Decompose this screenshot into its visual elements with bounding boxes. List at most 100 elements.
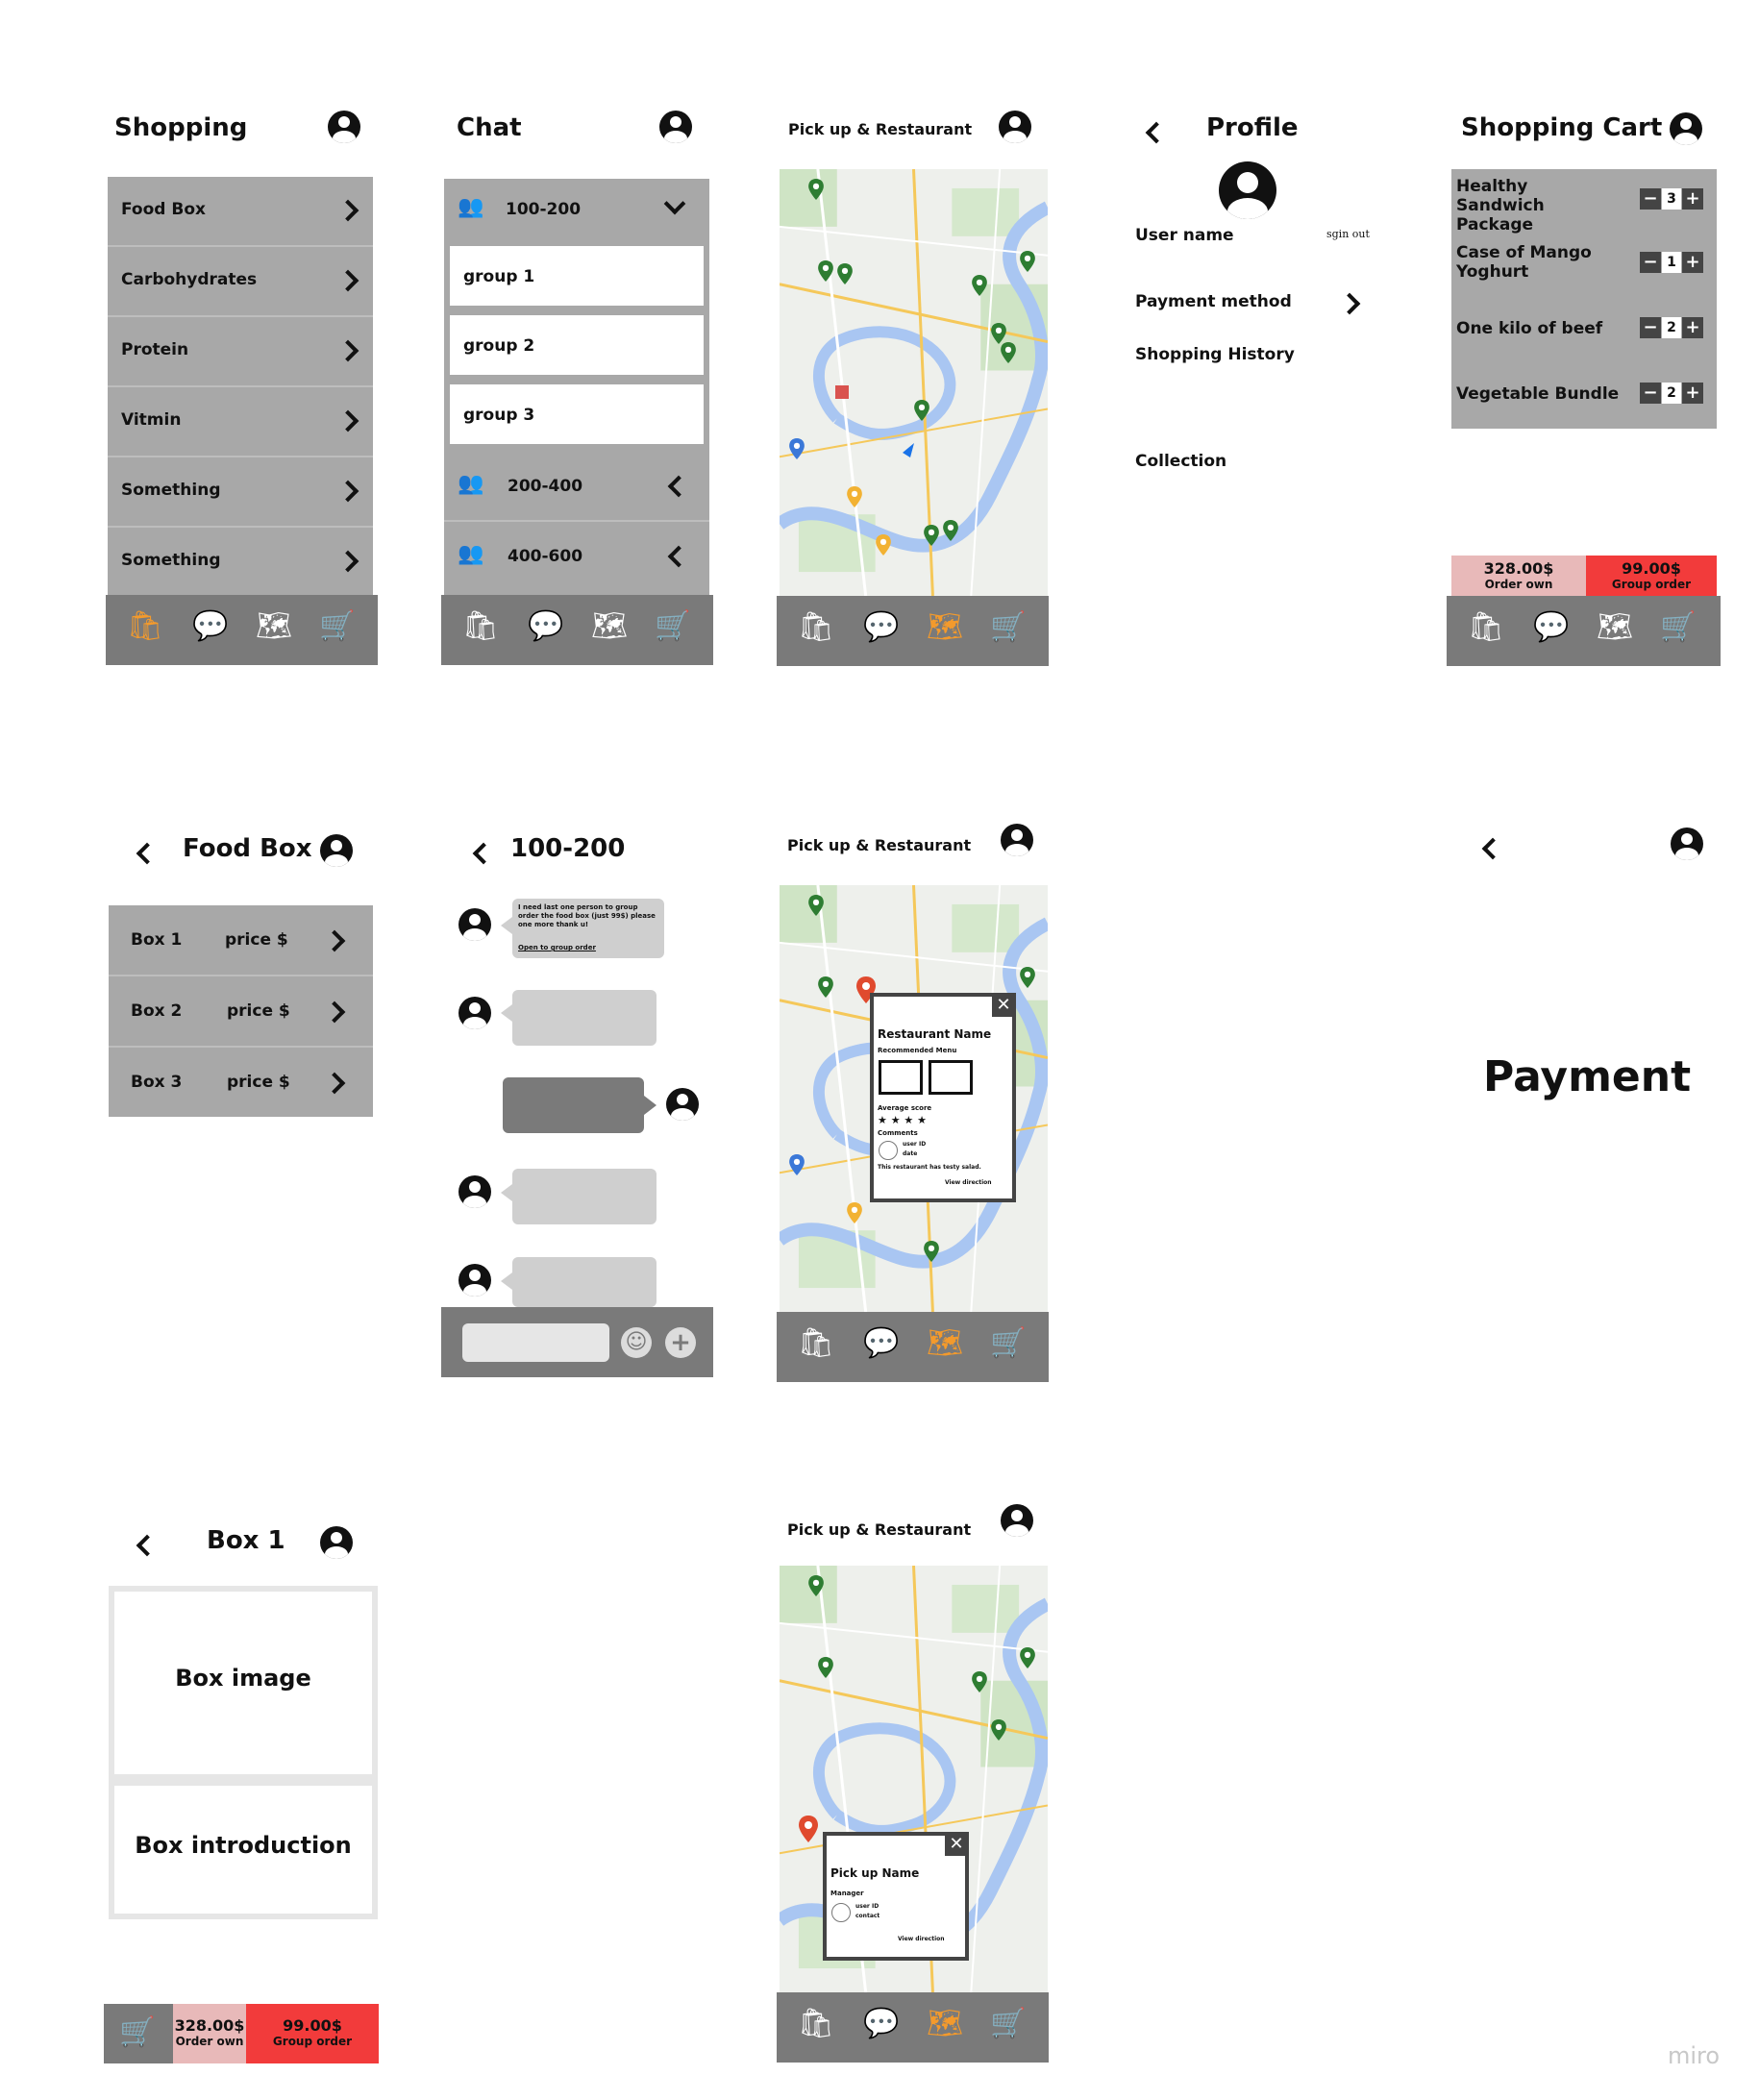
list-item[interactable]: Box 1 price $	[109, 905, 373, 976]
close-icon[interactable]: ✕	[945, 1833, 968, 1856]
minus-button[interactable]: −	[1640, 252, 1661, 273]
back-icon[interactable]	[1481, 837, 1504, 860]
list-item[interactable]: Carbohydrates	[108, 247, 373, 317]
list-item[interactable]: Something	[108, 528, 373, 595]
section-400-600[interactable]: 👥 400-600	[444, 523, 709, 590]
plus-button[interactable]: +	[1682, 383, 1703, 404]
account-icon[interactable]	[328, 111, 360, 143]
group-order-button[interactable]: 99.00$ Group order	[1586, 556, 1717, 596]
list-item[interactable]: Food Box	[108, 177, 373, 247]
map-pin-icon[interactable]: 🗺	[927, 613, 963, 642]
view-direction-link[interactable]: View direction	[945, 1179, 992, 1186]
list-item[interactable]: Protein	[108, 317, 373, 387]
menu-item-image[interactable]	[929, 1060, 973, 1095]
account-icon[interactable]	[320, 1526, 353, 1559]
account-icon[interactable]	[659, 111, 692, 143]
my-message-bubble[interactable]	[503, 1077, 644, 1133]
box-image: Box image	[109, 1586, 378, 1780]
message-input[interactable]	[462, 1323, 609, 1362]
map-pin-icon[interactable]: 🗺	[591, 612, 628, 641]
emoji-icon[interactable]: ☺	[621, 1327, 652, 1358]
sign-out-link[interactable]: sgin out	[1326, 228, 1370, 240]
chat-bubbles-icon[interactable]: 💬	[863, 2010, 899, 2038]
section-200-400[interactable]: 👥 200-400	[444, 453, 709, 522]
message-composer: ☺ +	[441, 1307, 713, 1377]
cart-icon[interactable]: 🛒	[990, 613, 1026, 642]
chat-bubbles-icon[interactable]: 💬	[1533, 613, 1569, 642]
account-icon[interactable]	[999, 111, 1031, 143]
map-pin-icon[interactable]: 🗺	[927, 1329, 963, 1358]
shopping-bag-icon[interactable]: 🛍	[798, 1329, 834, 1358]
quantity-value[interactable]: 2	[1662, 317, 1681, 338]
group-item[interactable]: group 1	[450, 246, 704, 306]
chat-bubbles-icon[interactable]: 💬	[528, 612, 563, 641]
chevron-right-icon	[323, 1072, 346, 1095]
list-item[interactable]: Box 2 price $	[109, 976, 373, 1048]
account-icon[interactable]	[320, 834, 353, 867]
plus-button[interactable]: +	[1682, 252, 1703, 273]
cart-icon[interactable]: 🛒	[119, 2018, 155, 2047]
shopping-bag-icon[interactable]: 🛍	[1468, 613, 1504, 642]
cart-icon[interactable]: 🛒	[655, 612, 690, 641]
account-icon[interactable]	[1671, 828, 1703, 860]
section-100-200[interactable]: 👥 100-200	[444, 179, 709, 241]
cart-icon[interactable]: 🛒	[1660, 613, 1696, 642]
view-direction-link[interactable]: View direction	[898, 1936, 945, 1942]
sender-avatar[interactable]	[458, 1175, 491, 1208]
minus-button[interactable]: −	[1640, 188, 1661, 210]
back-icon[interactable]	[1145, 121, 1168, 144]
profile-avatar[interactable]	[1219, 161, 1276, 219]
message-bubble[interactable]	[512, 1257, 657, 1307]
quantity-value[interactable]: 3	[1662, 188, 1681, 210]
collection[interactable]: Collection	[1135, 452, 1226, 471]
chat-bubbles-icon[interactable]: 💬	[863, 1329, 899, 1358]
map-pin-icon[interactable]: 🗺	[927, 2010, 963, 2038]
list-item[interactable]: Box 3 price $	[109, 1048, 373, 1117]
sender-avatar[interactable]	[458, 997, 491, 1029]
bubble-tail	[501, 1272, 512, 1290]
shopping-bag-icon[interactable]: 🛍	[462, 612, 499, 641]
shopping-history[interactable]: Shopping History	[1135, 345, 1295, 364]
plus-button[interactable]: +	[1682, 188, 1703, 210]
account-icon[interactable]	[1001, 824, 1033, 856]
cart-icon[interactable]: 🛒	[990, 1329, 1026, 1358]
plus-button[interactable]: +	[1682, 317, 1703, 338]
plus-icon[interactable]: +	[665, 1327, 696, 1358]
order-own-button[interactable]: 328.00$ Order own	[1451, 556, 1586, 596]
back-icon[interactable]	[136, 842, 159, 865]
close-icon[interactable]: ✕	[992, 994, 1015, 1017]
account-icon[interactable]	[1001, 1504, 1033, 1537]
shopping-bag-icon[interactable]: 🛍	[127, 612, 163, 641]
minus-button[interactable]: −	[1640, 317, 1661, 338]
minus-button[interactable]: −	[1640, 383, 1661, 404]
open-group-order-link[interactable]: Open to group order	[518, 944, 596, 951]
back-icon[interactable]	[472, 842, 495, 865]
order-own-button[interactable]: 328.00$ Order own	[173, 2004, 246, 2063]
map-pin-icon[interactable]: 🗺	[256, 612, 292, 641]
cart-icon[interactable]: 🛒	[319, 612, 355, 641]
chat-bubbles-icon[interactable]: 💬	[192, 612, 228, 641]
payment-method[interactable]: Payment method	[1135, 292, 1292, 311]
chat-bubbles-icon[interactable]: 💬	[863, 613, 899, 642]
account-icon[interactable]	[1670, 112, 1702, 145]
group-order-button[interactable]: 99.00$ Group order	[246, 2004, 379, 2063]
quantity-value[interactable]: 2	[1662, 383, 1681, 404]
back-icon[interactable]	[136, 1534, 159, 1557]
map-view[interactable]	[780, 169, 1048, 596]
message-bubble[interactable]: I need last one person to group order th…	[512, 899, 664, 958]
message-bubble[interactable]	[512, 990, 657, 1046]
group-item[interactable]: group 2	[450, 315, 704, 375]
cart-icon[interactable]: 🛒	[990, 2010, 1026, 2038]
my-avatar[interactable]	[666, 1088, 699, 1121]
map-pin-icon[interactable]: 🗺	[1597, 613, 1633, 642]
list-item[interactable]: Vitmin	[108, 387, 373, 457]
list-item[interactable]: Something	[108, 457, 373, 528]
quantity-value[interactable]: 1	[1662, 252, 1681, 273]
message-bubble[interactable]	[512, 1169, 657, 1224]
shopping-bag-icon[interactable]: 🛍	[798, 2010, 834, 2038]
sender-avatar[interactable]	[458, 908, 491, 941]
shopping-bag-icon[interactable]: 🛍	[798, 613, 834, 642]
group-item[interactable]: group 3	[450, 384, 704, 444]
menu-item-image[interactable]	[879, 1060, 923, 1095]
sender-avatar[interactable]	[458, 1264, 491, 1297]
